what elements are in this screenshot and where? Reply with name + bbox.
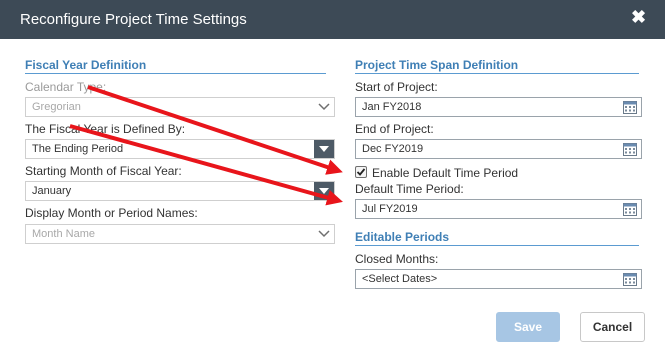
cancel-button[interactable]: Cancel — [580, 312, 645, 342]
editable-periods-header: Editable Periods — [355, 230, 450, 244]
end-of-project-label: End of Project: — [355, 122, 434, 136]
default-period-label: Default Time Period: — [355, 182, 464, 196]
timespan-divider — [355, 73, 639, 74]
default-period-input[interactable]: Jul FY2019 — [355, 199, 642, 219]
fiscal-year-divider — [25, 73, 326, 74]
display-names-value: Month Name — [32, 228, 95, 240]
fiscal-defined-by-select[interactable]: The Ending Period — [25, 139, 335, 159]
closed-months-label: Closed Months: — [355, 252, 439, 266]
start-month-select[interactable]: January — [25, 181, 335, 201]
timespan-header: Project Time Span Definition — [355, 58, 519, 72]
closed-months-input[interactable]: <Select Dates> — [355, 269, 642, 289]
start-month-value: January — [32, 185, 72, 197]
chevron-down-icon — [314, 140, 334, 158]
chevron-down-icon — [314, 182, 334, 200]
dialog-titlebar: Reconfigure Project Time Settings ✖ — [0, 0, 665, 39]
close-icon[interactable]: ✖ — [631, 8, 646, 26]
enable-default-label: Enable Default Time Period — [372, 166, 519, 180]
calendar-type-value: Gregorian — [32, 101, 81, 113]
annotation-arrows — [69, 85, 343, 206]
end-of-project-value: Dec FY2019 — [362, 143, 424, 155]
save-button[interactable]: Save — [496, 312, 560, 342]
calendar-icon[interactable] — [623, 202, 637, 216]
calendar-type-label: Calendar Type: — [25, 80, 107, 94]
start-of-project-label: Start of Project: — [355, 80, 438, 94]
start-of-project-input[interactable]: Jan FY2018 — [355, 97, 642, 117]
checkmark-icon — [356, 168, 366, 176]
display-names-select[interactable]: Month Name — [25, 224, 335, 244]
calendar-icon[interactable] — [623, 142, 637, 156]
chevron-down-icon — [314, 225, 334, 243]
calendar-icon[interactable] — [623, 272, 637, 286]
start-month-label: Starting Month of Fiscal Year: — [25, 164, 182, 178]
chevron-down-icon — [314, 98, 334, 116]
fiscal-year-header: Fiscal Year Definition — [25, 58, 147, 72]
fiscal-defined-by-value: The Ending Period — [32, 143, 124, 155]
calendar-icon[interactable] — [623, 100, 637, 114]
display-names-label: Display Month or Period Names: — [25, 206, 198, 220]
end-of-project-input[interactable]: Dec FY2019 — [355, 139, 642, 159]
start-of-project-value: Jan FY2018 — [362, 101, 422, 113]
enable-default-checkbox[interactable] — [355, 166, 367, 178]
calendar-type-select[interactable]: Gregorian — [25, 97, 335, 117]
editable-periods-divider — [355, 245, 639, 246]
dialog-title: Reconfigure Project Time Settings — [20, 11, 247, 28]
fiscal-defined-by-label: The Fiscal Year is Defined By: — [25, 122, 186, 136]
default-period-value: Jul FY2019 — [362, 203, 418, 215]
closed-months-value: <Select Dates> — [362, 273, 438, 285]
